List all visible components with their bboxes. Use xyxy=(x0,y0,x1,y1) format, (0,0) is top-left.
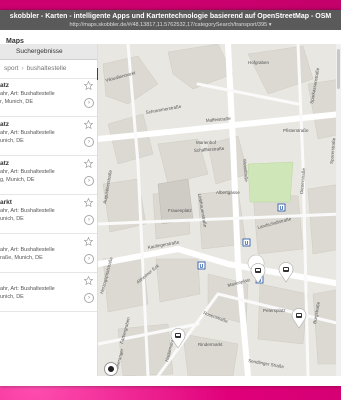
map-view[interactable]: Viktualienmarkt Schrammerstraße Hofgrabe… xyxy=(98,44,341,376)
list-item[interactable]: ahr, Art: Bushaltestelle raße, Munich, DE… xyxy=(0,235,97,273)
results-sidebar: Suchergebnisse sport › bushaltestelle atz a… xyxy=(0,44,98,376)
result-name: atz xyxy=(0,121,10,128)
result-type: ahr, Art: Bushaltestelle xyxy=(0,247,55,253)
street-label: Frauenplatz xyxy=(168,208,193,213)
sidebar-header: Suchergebnisse xyxy=(0,44,97,60)
street-label: Rindermarkt xyxy=(198,342,223,347)
list-item[interactable]: atz ahr, Art: Bushaltestelle g, Munich, DE… xyxy=(0,157,97,195)
result-type: ahr, Art: Bushaltestelle xyxy=(0,208,55,214)
chevron-right-icon[interactable]: › xyxy=(84,98,94,108)
star-icon[interactable] xyxy=(84,198,93,207)
map-scrollbar[interactable] xyxy=(336,44,341,376)
list-item[interactable]: arkt ahr, Art: Bushaltestelle unich, DE › xyxy=(0,196,97,234)
list-item[interactable]: ahr, Art: Bushaltestelle unich, DE › xyxy=(0,274,97,312)
url-text[interactable]: http://maps.skobbler.de/#/48.13817,11.57… xyxy=(0,21,341,30)
street-label: Pfisterstraße xyxy=(283,128,309,133)
result-address: unich, DE xyxy=(0,293,24,300)
chevron-right-icon[interactable]: › xyxy=(84,176,94,186)
chevron-right-icon[interactable]: › xyxy=(84,293,94,303)
result-name: atz xyxy=(0,82,10,89)
result-type: ahr, Art: Bushaltestelle xyxy=(0,169,55,175)
chevron-right-icon[interactable]: › xyxy=(84,137,94,147)
svg-text:U: U xyxy=(280,206,284,212)
subway-icon: U xyxy=(242,238,251,247)
result-address: unich, DE xyxy=(0,137,24,144)
locate-me-button[interactable] xyxy=(104,362,118,376)
star-icon[interactable] xyxy=(84,237,93,246)
result-name xyxy=(0,277,93,286)
breadcrumb-item[interactable]: bushaltestelle xyxy=(27,65,67,72)
list-item[interactable]: atz ahr, Art: Bushaltestelle unich, DE › xyxy=(0,118,97,156)
chevron-right-icon[interactable]: › xyxy=(84,215,94,225)
result-address: g, Munich, DE xyxy=(0,176,35,183)
star-icon[interactable] xyxy=(84,159,93,168)
subway-icon: U xyxy=(197,261,206,270)
result-address: unich, DE xyxy=(0,215,24,222)
sidebar-header-label: Suchergebnisse xyxy=(16,48,63,55)
star-icon[interactable] xyxy=(84,120,93,129)
street-label: Marienhof xyxy=(196,140,217,145)
title-bar: skobbler - Karten - intelligente Apps un… xyxy=(0,10,341,30)
list-item[interactable]: atz ahr, Art: Bushaltestelle r, Munich, DE… xyxy=(0,79,97,117)
result-name: atz xyxy=(0,160,10,167)
street-label: Albertgasse xyxy=(216,190,240,195)
breadcrumb: sport › bushaltestelle xyxy=(0,60,97,79)
star-icon[interactable] xyxy=(84,81,93,90)
result-type: ahr, Art: Bushaltestelle xyxy=(0,91,55,97)
result-address: r, Munich, DE xyxy=(0,98,34,105)
chevron-right-icon[interactable]: › xyxy=(84,254,94,264)
star-icon[interactable] xyxy=(84,276,93,285)
result-type: ahr, Art: Bushaltestelle xyxy=(0,130,55,136)
breadcrumb-item[interactable]: sport xyxy=(4,65,18,72)
map-canvas[interactable]: Viktualienmarkt Schrammerstraße Hofgrabe… xyxy=(98,44,341,376)
svg-text:U: U xyxy=(200,264,204,270)
result-name: arkt xyxy=(0,199,12,206)
scroll-thumb[interactable] xyxy=(337,49,340,89)
street-label: Hofgraben xyxy=(248,60,270,65)
result-address: raße, Munich, DE xyxy=(0,254,43,261)
window-title: skobbler - Karten - intelligente Apps un… xyxy=(9,13,332,20)
chevron-right-icon: › xyxy=(21,65,24,72)
subway-icon: U xyxy=(277,203,286,212)
street-label: Petersplatz xyxy=(263,308,286,313)
result-name xyxy=(0,238,93,247)
svg-text:U: U xyxy=(245,241,249,247)
result-type: ahr, Art: Bushaltestelle xyxy=(0,286,55,292)
